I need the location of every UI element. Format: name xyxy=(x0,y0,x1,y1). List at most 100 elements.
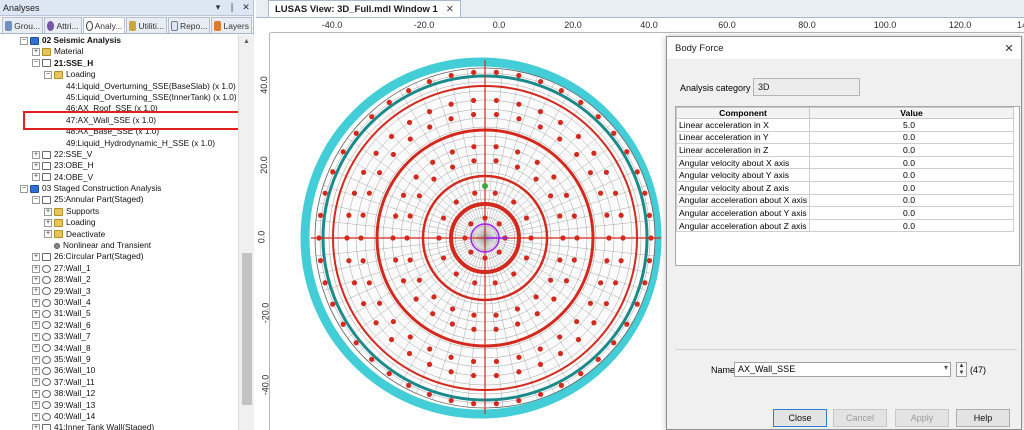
tree-item[interactable]: +41:Inner Tank Wall(Staged) xyxy=(0,422,238,430)
tree-item[interactable]: + Supports xyxy=(0,206,238,217)
tree-item[interactable]: +27:Wall_1 xyxy=(0,263,238,274)
tab-reports[interactable]: Repo... xyxy=(167,17,211,33)
tree-scrollbar[interactable]: ▲ xyxy=(238,35,254,430)
collapse-icon[interactable]: − xyxy=(20,36,28,45)
scrollbar-thumb[interactable] xyxy=(242,253,252,405)
tab-utilities[interactable]: Utiliti... xyxy=(126,17,167,33)
expand-icon[interactable]: + xyxy=(32,378,40,387)
tree-item[interactable]: Nonlinear and Transient xyxy=(0,240,238,251)
expand-icon[interactable]: + xyxy=(32,423,40,430)
collapse-icon[interactable]: − xyxy=(20,184,28,193)
expand-icon[interactable]: + xyxy=(32,150,40,159)
tree-item[interactable]: 44:Liquid_Overturning_SSE(BaseSlab) (x 1… xyxy=(0,81,238,92)
spin-down-icon[interactable]: ▼ xyxy=(957,370,966,377)
value-cell[interactable]: 0.0 xyxy=(809,218,1014,233)
tree-item[interactable]: +40:Wall_14 xyxy=(0,411,238,422)
expand-icon[interactable]: + xyxy=(32,264,40,273)
tab-attributes[interactable]: Attri... xyxy=(44,17,82,33)
tree-item[interactable]: +39:Wall_13 xyxy=(0,400,238,411)
tree-item[interactable]: − 21:SSE_H xyxy=(0,58,238,69)
expand-icon[interactable]: + xyxy=(32,389,40,398)
name-spinner[interactable]: ▲ ▼ xyxy=(956,362,967,377)
tree-item[interactable]: +30:Wall_4 xyxy=(0,297,238,308)
table-row[interactable]: Angular acceleration about Y axis 0.0 xyxy=(676,206,1014,220)
expand-icon[interactable]: + xyxy=(32,161,40,170)
value-cell[interactable]: 5.0 xyxy=(809,118,1014,132)
expand-icon[interactable]: + xyxy=(32,298,40,307)
table-row[interactable]: Angular acceleration about Z axis 0.0 xyxy=(676,218,1014,233)
close-button[interactable]: Close xyxy=(773,409,827,427)
tree-item[interactable]: +28:Wall_2 xyxy=(0,274,238,285)
view-tab[interactable]: LUSAS View: 3D_Full.mdl Window 1 ✕ xyxy=(268,0,461,17)
tree-item[interactable]: + Material xyxy=(0,46,238,57)
help-button[interactable]: Help xyxy=(956,409,1010,427)
tree-item[interactable]: +33:Wall_7 xyxy=(0,331,238,342)
expand-icon[interactable]: + xyxy=(32,173,40,182)
tree-item[interactable]: +34:Wall_8 xyxy=(0,343,238,354)
tree-item[interactable]: +29:Wall_3 xyxy=(0,286,238,297)
expand-icon[interactable]: + xyxy=(32,48,40,57)
expand-icon[interactable]: + xyxy=(32,412,40,421)
tree-item[interactable]: +24:OBE_V xyxy=(0,172,238,183)
tree-item[interactable]: + Loading xyxy=(0,217,238,228)
apply-button[interactable]: Apply xyxy=(895,409,949,427)
expand-icon[interactable]: + xyxy=(32,321,40,330)
expand-icon[interactable]: + xyxy=(32,401,40,410)
tree-item[interactable]: − 02 Seismic Analysis xyxy=(0,35,238,46)
table-row[interactable]: Angular acceleration about X axis 0.0 xyxy=(676,193,1014,208)
table-row[interactable]: Angular velocity about X axis 0.0 xyxy=(676,155,1014,170)
expand-icon[interactable]: + xyxy=(32,253,40,262)
name-combobox[interactable]: AX_Wall_SSE ▾ xyxy=(734,362,951,377)
tree-item[interactable]: +32:Wall_6 xyxy=(0,320,238,331)
expand-icon[interactable]: + xyxy=(44,218,52,227)
expand-icon[interactable]: + xyxy=(32,344,40,353)
expand-icon[interactable]: + xyxy=(44,230,52,239)
tab-analyses[interactable]: Analy... xyxy=(82,17,126,33)
table-row[interactable]: Linear acceleration in Z 0.0 xyxy=(676,143,1014,157)
spin-up-icon[interactable]: ▲ xyxy=(957,363,966,370)
panel-menu-icon[interactable]: ▾ xyxy=(211,2,225,13)
expand-icon[interactable]: + xyxy=(32,332,40,341)
tree-item[interactable]: 49:Liquid_Hydrodynamic_H_SSE (x 1.0) xyxy=(0,138,238,149)
expand-icon[interactable]: + xyxy=(32,275,40,284)
cancel-button[interactable]: Cancel xyxy=(833,409,887,427)
table-row[interactable]: Angular velocity about Y axis 0.0 xyxy=(676,168,1014,182)
tree-item[interactable]: − Loading xyxy=(0,69,238,80)
value-cell[interactable]: 0.0 xyxy=(809,206,1014,220)
tree-item[interactable]: +23:OBE_H xyxy=(0,160,238,171)
collapse-icon[interactable]: − xyxy=(32,59,40,68)
close-panel-icon[interactable]: ✕ xyxy=(239,2,253,13)
chevron-down-icon[interactable]: ▾ xyxy=(944,363,948,372)
scroll-up-icon[interactable]: ▲ xyxy=(239,35,254,49)
table-row[interactable]: Linear acceleration in Y 0.0 xyxy=(676,130,1014,145)
collapse-icon[interactable]: − xyxy=(44,70,52,79)
tree-item[interactable]: − 25:Annular Part(Staged) xyxy=(0,194,238,205)
tab-groups[interactable]: Grou... xyxy=(2,17,44,33)
value-cell[interactable]: 0.0 xyxy=(809,143,1014,157)
tree-item[interactable]: +37:Wall_11 xyxy=(0,377,238,388)
value-cell[interactable]: 0.0 xyxy=(809,180,1014,195)
value-cell[interactable]: 0.0 xyxy=(809,193,1014,208)
expand-icon[interactable]: + xyxy=(32,287,40,296)
value-cell[interactable]: 0.0 xyxy=(809,168,1014,182)
close-dialog-icon[interactable]: ✕ xyxy=(997,42,1021,55)
tree-item[interactable]: + Deactivate xyxy=(0,229,238,240)
tree-item[interactable]: +36:Wall_10 xyxy=(0,365,238,376)
expand-icon[interactable]: + xyxy=(32,310,40,319)
value-cell[interactable]: 0.0 xyxy=(809,155,1014,170)
value-cell[interactable]: 0.0 xyxy=(809,130,1014,145)
table-row[interactable]: Linear acceleration in X 5.0 xyxy=(676,118,1014,132)
tree-item[interactable]: +22:SSE_V xyxy=(0,149,238,160)
collapse-icon[interactable]: − xyxy=(32,196,40,205)
tab-layers[interactable]: Layers xyxy=(211,17,252,33)
tree-item[interactable]: +35:Wall_9 xyxy=(0,354,238,365)
tree-item[interactable]: +38:Wall_12 xyxy=(0,388,238,399)
close-tab-icon[interactable]: ✕ xyxy=(446,4,454,15)
tree-item[interactable]: +31:Wall_5 xyxy=(0,308,238,319)
tree-item[interactable]: 45:Liquid_Overturning_SSE(InnerTank) (x … xyxy=(0,92,238,103)
expand-icon[interactable]: + xyxy=(32,367,40,376)
tree-item[interactable]: − 03 Staged Construction Analysis xyxy=(0,183,238,194)
expand-icon[interactable]: + xyxy=(32,355,40,364)
table-row[interactable]: Angular velocity about Z axis 0.0 xyxy=(676,180,1014,195)
expand-icon[interactable]: + xyxy=(44,207,52,216)
